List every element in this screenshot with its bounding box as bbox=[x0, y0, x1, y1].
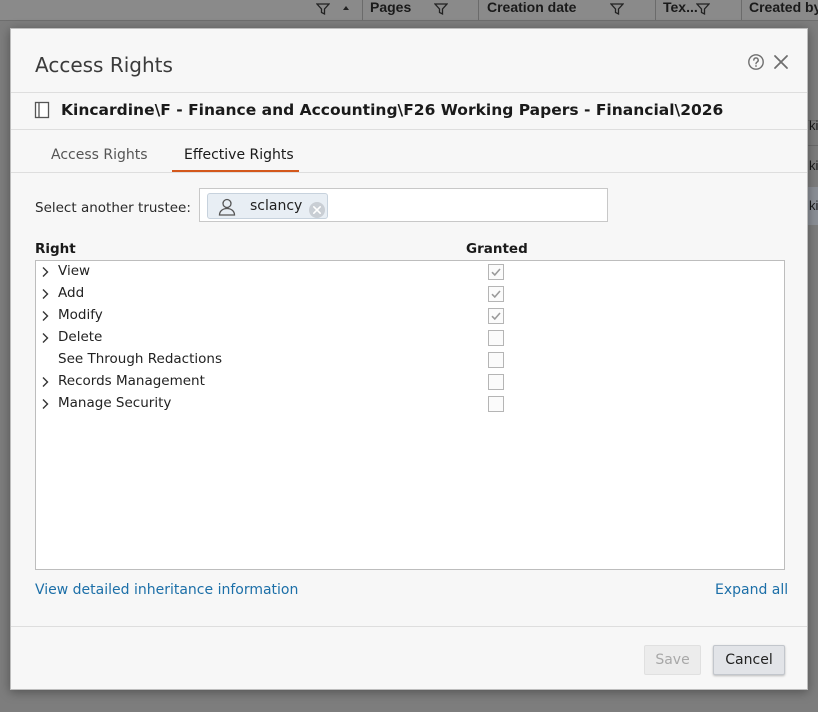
right-row: Manage Security bbox=[36, 393, 784, 415]
chevron-right-icon[interactable] bbox=[40, 310, 50, 322]
divider bbox=[11, 92, 807, 93]
granted-checkbox bbox=[488, 308, 504, 324]
right-label: See Through Redactions bbox=[58, 351, 222, 367]
right-label: Manage Security bbox=[58, 395, 172, 411]
rights-list: View Add Modify Delete See Through Redaction… bbox=[35, 260, 785, 570]
chevron-right-icon[interactable] bbox=[40, 266, 50, 278]
right-label: View bbox=[58, 263, 91, 279]
chevron-right-icon[interactable] bbox=[40, 288, 50, 300]
column-separator bbox=[362, 0, 363, 20]
checkmark-icon bbox=[491, 312, 501, 321]
right-label: Modify bbox=[58, 307, 103, 323]
cancel-button[interactable]: Cancel bbox=[713, 645, 785, 675]
trustee-chip[interactable]: sclancy bbox=[207, 193, 328, 219]
checkmark-icon bbox=[491, 290, 501, 299]
column-separator bbox=[741, 0, 742, 20]
trustee-picker-input[interactable]: sclancy bbox=[199, 188, 608, 222]
user-icon bbox=[218, 198, 236, 216]
background-cell: ki bbox=[809, 198, 818, 213]
background-grid-header: Pages Creation date Tex... Created by bbox=[0, 0, 818, 21]
granted-checkbox bbox=[488, 264, 504, 280]
filter-icon bbox=[610, 3, 624, 16]
granted-checkbox bbox=[488, 286, 504, 302]
save-button[interactable]: Save bbox=[644, 645, 701, 675]
granted-checkbox bbox=[488, 330, 504, 346]
right-row: Delete bbox=[36, 327, 784, 349]
column-header-created-by[interactable]: Created by bbox=[749, 0, 818, 20]
tab-effective-rights[interactable]: Effective Rights bbox=[184, 147, 294, 163]
right-label: Delete bbox=[58, 329, 103, 345]
filter-icon bbox=[696, 3, 710, 16]
column-header-granted: Granted bbox=[466, 241, 528, 257]
column-header-right: Right bbox=[35, 241, 76, 257]
remove-trustee-icon[interactable] bbox=[308, 201, 326, 219]
trustee-chip-label: sclancy bbox=[250, 198, 303, 214]
chevron-right-icon[interactable] bbox=[40, 398, 50, 410]
right-label: Add bbox=[58, 285, 85, 301]
chevron-right-icon[interactable] bbox=[40, 376, 50, 388]
checkmark-icon bbox=[491, 268, 501, 277]
column-header-text[interactable]: Tex... bbox=[663, 0, 698, 20]
column-separator bbox=[655, 0, 656, 20]
tabs-baseline bbox=[11, 172, 807, 173]
column-header-creation-date[interactable]: Creation date bbox=[487, 0, 576, 20]
object-path: Kincardine\F - Finance and Accounting\F2… bbox=[33, 99, 723, 121]
right-label: Records Management bbox=[58, 373, 205, 389]
granted-checkbox bbox=[488, 352, 504, 368]
right-row: Add bbox=[36, 283, 784, 305]
access-rights-dialog: Access Rights Kincardine\F - Finance and… bbox=[10, 28, 808, 690]
background-cell: ki bbox=[809, 158, 818, 173]
divider bbox=[11, 129, 807, 130]
column-separator bbox=[478, 0, 479, 20]
column-header-pages[interactable]: Pages bbox=[370, 0, 411, 20]
expand-all-link[interactable]: Expand all bbox=[715, 582, 788, 598]
object-path-text: Kincardine\F - Finance and Accounting\F2… bbox=[61, 101, 724, 119]
sort-ascending-icon bbox=[343, 6, 349, 10]
view-inheritance-link[interactable]: View detailed inheritance information bbox=[35, 582, 298, 598]
filter-icon bbox=[434, 3, 448, 16]
tab-access-rights[interactable]: Access Rights bbox=[51, 147, 148, 163]
right-row: Records Management bbox=[36, 371, 784, 393]
background-row-divider bbox=[808, 145, 818, 146]
close-icon[interactable] bbox=[772, 53, 790, 71]
right-row: See Through Redactions bbox=[36, 349, 784, 371]
background-cell: ki bbox=[809, 118, 818, 133]
document-icon bbox=[34, 101, 50, 119]
granted-checkbox bbox=[488, 374, 504, 390]
chevron-right-icon[interactable] bbox=[40, 332, 50, 344]
granted-checkbox bbox=[488, 396, 504, 412]
right-row: View bbox=[36, 261, 784, 283]
filter-icon bbox=[316, 3, 330, 16]
question-circle-icon[interactable] bbox=[747, 53, 765, 71]
trustee-label: Select another trustee: bbox=[35, 200, 191, 216]
right-row: Modify bbox=[36, 305, 784, 327]
dialog-title: Access Rights bbox=[35, 53, 173, 77]
divider bbox=[11, 626, 807, 627]
